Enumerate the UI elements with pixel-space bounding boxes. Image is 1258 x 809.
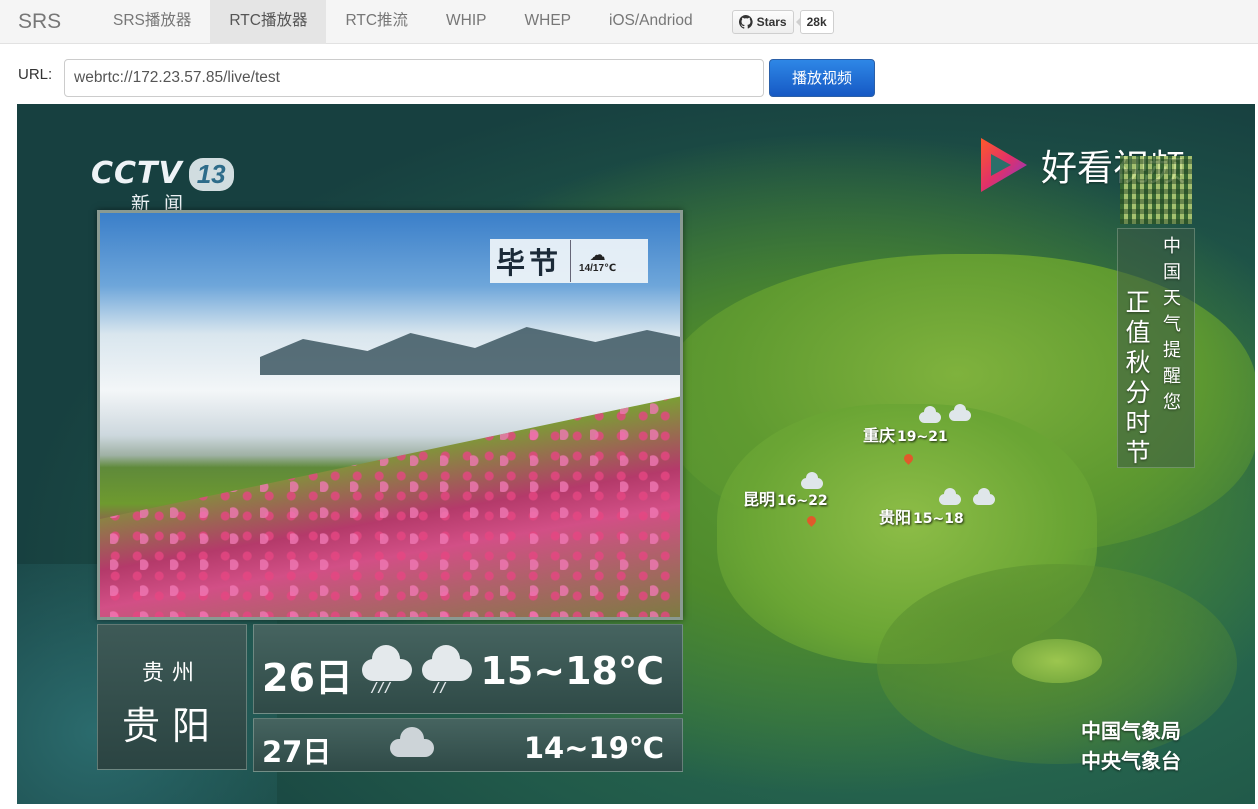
forecast-city: 贵阳: [121, 704, 222, 748]
city-temp: 19~21: [897, 429, 948, 445]
forecast-day: 26日: [262, 656, 353, 700]
brand-logo[interactable]: SRS: [0, 0, 94, 44]
url-label: URL:: [18, 66, 53, 83]
city-temp: 16~22: [777, 493, 828, 509]
nav-rtc-player[interactable]: RTC播放器: [210, 0, 327, 44]
city-name: 昆明: [743, 490, 776, 509]
github-stars-widget: Stars 28k: [731, 9, 834, 34]
nav-whep[interactable]: WHEP: [506, 0, 591, 44]
rain-drops: ///: [372, 681, 393, 696]
forecast-province: 贵州: [141, 661, 202, 686]
map-island: [1012, 639, 1102, 683]
play-video-button[interactable]: 播放视频: [769, 59, 875, 97]
github-stars-label: Stars: [756, 14, 787, 29]
agency-line: 中国气象局: [1081, 719, 1181, 743]
weather-agency: 中国气象局 中央气象台: [1081, 716, 1181, 776]
map-city-kunming: 昆明 16~22: [743, 486, 828, 510]
qr-code: [1120, 156, 1192, 224]
agency-line: 中央气象台: [1081, 749, 1181, 773]
top-navbar: SRS SRS播放器 RTC播放器 RTC推流 WHIP WHEP iOS/An…: [0, 0, 1258, 44]
github-stars-button[interactable]: Stars: [731, 9, 794, 34]
rain-cloud-icon: ☁: [589, 246, 606, 264]
city-name: 重庆: [863, 426, 896, 445]
channel-number: 13: [188, 158, 234, 191]
channel-logo: CCTV 13 新闻: [91, 156, 234, 216]
photo-location-temp: 14/17℃: [579, 262, 617, 274]
city-name: 贵阳: [879, 508, 912, 527]
forecast-temp: 15~18℃: [480, 649, 664, 693]
forecast-day: 27日: [262, 735, 332, 769]
github-icon: [738, 14, 753, 29]
photo-location-card: 毕节 ☁ 14/17℃: [490, 239, 648, 283]
video-player[interactable]: CCTV 13 新闻 好看视频 正值秋分时节 中国天气提醒您 重庆 19~21 昆明…: [17, 104, 1255, 804]
scenery-photo: 毕节 ☁ 14/17℃: [97, 210, 683, 620]
photo-mountains: [260, 327, 680, 375]
photo-location-weather: ☁ 14/17℃: [579, 246, 617, 274]
cloudy-icon: [390, 727, 434, 757]
forecast-row: 26日 /// // 15~18℃: [253, 624, 683, 714]
nav-ios-android[interactable]: iOS/Andriod: [590, 0, 712, 44]
channel-logo-text: CCTV: [91, 156, 183, 191]
map-city-chongqing: 重庆 19~21: [863, 422, 948, 446]
haokan-play-logo: [981, 138, 1027, 192]
url-input[interactable]: [64, 59, 764, 97]
forecast-temp: 14~19℃: [523, 731, 664, 765]
github-stars-count[interactable]: 28k: [795, 9, 834, 34]
photo-location-name: 毕节: [490, 240, 572, 282]
cloud-icon: [973, 488, 995, 505]
rain-icon: [362, 645, 412, 681]
forecast-location: 贵州 贵阳: [97, 624, 247, 770]
banner-sub-text: 中国天气提醒您: [1163, 236, 1181, 413]
city-temp: 15~18: [913, 511, 964, 527]
map-city-guiyang: 贵阳 15~18: [879, 504, 964, 528]
nav-rtc-publisher[interactable]: RTC推流: [326, 0, 427, 44]
forecast-row: 27日 14~19℃: [253, 718, 683, 772]
rain-drops: //: [434, 681, 448, 696]
banner-main-text: 正值秋分时节: [1125, 288, 1151, 467]
nav-whip[interactable]: WHIP: [427, 0, 505, 44]
nav-srs-player[interactable]: SRS播放器: [94, 0, 210, 44]
rain-icon: [422, 645, 472, 681]
photo-flowers: [100, 388, 680, 617]
cloud-icon: [949, 404, 971, 421]
